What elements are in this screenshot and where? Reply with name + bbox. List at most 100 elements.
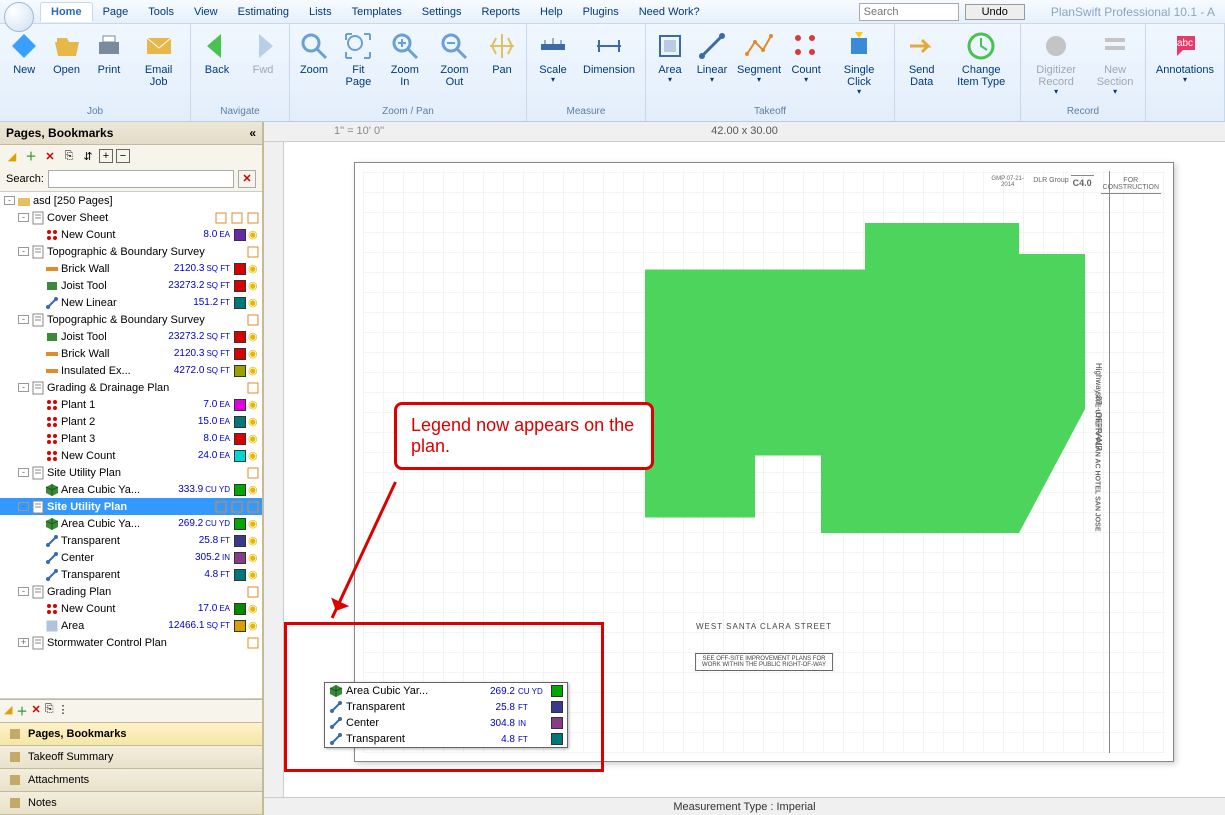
- color-swatch[interactable]: [234, 620, 246, 632]
- zoom-button[interactable]: Zoom Out: [429, 26, 480, 104]
- menu-tools[interactable]: Tools: [138, 3, 184, 21]
- collapse-icon[interactable]: −: [116, 149, 130, 163]
- visibility-bulb-icon[interactable]: ◉: [248, 296, 260, 309]
- tree-item[interactable]: Joist Tool23273.2SQ FT◉: [0, 328, 262, 345]
- visibility-bulb-icon[interactable]: ◉: [248, 602, 260, 615]
- tree-item[interactable]: Area Cubic Ya...333.9CU YD◉: [0, 481, 262, 498]
- tree-item[interactable]: Brick Wall2120.3SQ FT◉: [0, 260, 262, 277]
- menu-lists[interactable]: Lists: [299, 3, 342, 21]
- tree-item[interactable]: Joist Tool23273.2SQ FT◉: [0, 277, 262, 294]
- new-button[interactable]: New: [4, 26, 44, 104]
- color-swatch[interactable]: [234, 535, 246, 547]
- change-button[interactable]: Change Item Type: [946, 26, 1016, 115]
- page-action-icon[interactable]: [246, 245, 260, 259]
- open-button[interactable]: Open: [46, 26, 86, 104]
- filter-icon[interactable]: ◢: [4, 148, 20, 164]
- menu-view[interactable]: View: [184, 3, 228, 21]
- menu-reports[interactable]: Reports: [471, 3, 530, 21]
- tree-folder[interactable]: -Grading & Drainage Plan: [0, 379, 262, 396]
- menu-needwork[interactable]: Need Work?: [629, 3, 710, 21]
- visibility-bulb-icon[interactable]: ◉: [248, 364, 260, 377]
- color-swatch[interactable]: [234, 450, 246, 462]
- scale-button[interactable]: Scale: [531, 26, 575, 104]
- color-swatch[interactable]: [234, 569, 246, 581]
- page-action-icon[interactable]: [214, 500, 228, 514]
- visibility-bulb-icon[interactable]: ◉: [248, 398, 260, 411]
- tree-folder[interactable]: -Cover Sheet: [0, 209, 262, 226]
- single-button[interactable]: Single Click: [828, 26, 890, 104]
- visibility-bulb-icon[interactable]: ◉: [248, 347, 260, 360]
- segment-button[interactable]: Segment: [734, 26, 784, 104]
- expand-toggle-icon[interactable]: -: [18, 213, 29, 222]
- tree-item[interactable]: Plant 38.0EA◉: [0, 430, 262, 447]
- color-swatch[interactable]: [234, 603, 246, 615]
- annotations-button[interactable]: abcAnnotations: [1150, 26, 1220, 115]
- expand-toggle-icon[interactable]: -: [4, 196, 15, 205]
- copy-icon[interactable]: ⎘: [61, 148, 77, 164]
- tree-item[interactable]: Area12466.1SQ FT◉: [0, 617, 262, 634]
- expand-toggle-icon[interactable]: -: [18, 315, 29, 324]
- page-action-icon[interactable]: [246, 585, 260, 599]
- visibility-bulb-icon[interactable]: ◉: [248, 568, 260, 581]
- tree-item[interactable]: Insulated Ex...4272.0SQ FT◉: [0, 362, 262, 379]
- tab-takeoffsummary[interactable]: Takeoff Summary: [0, 746, 262, 769]
- color-swatch[interactable]: [234, 518, 246, 530]
- delete-icon[interactable]: ✕: [42, 148, 58, 164]
- legend-row[interactable]: Area Cubic Yar...269.2CU YD: [325, 683, 567, 699]
- menu-templates[interactable]: Templates: [342, 3, 412, 21]
- tree-folder[interactable]: -Site Utility Plan: [0, 498, 262, 515]
- visibility-bulb-icon[interactable]: ◉: [248, 279, 260, 292]
- visibility-bulb-icon[interactable]: ◉: [248, 449, 260, 462]
- tree-item[interactable]: Plant 215.0EA◉: [0, 413, 262, 430]
- page-action-icon[interactable]: [246, 211, 260, 225]
- takeoff-area-shape[interactable]: [645, 223, 1085, 533]
- delete-icon[interactable]: ✕: [31, 703, 40, 719]
- tree-folder[interactable]: -Topographic & Boundary Survey: [0, 243, 262, 260]
- pan-button[interactable]: Pan: [482, 26, 522, 104]
- visibility-bulb-icon[interactable]: ◉: [248, 262, 260, 275]
- filter-icon[interactable]: ◢: [4, 703, 12, 719]
- panel-search-input[interactable]: [48, 170, 234, 188]
- color-swatch[interactable]: [234, 280, 246, 292]
- page-action-icon[interactable]: [246, 636, 260, 650]
- pages-tree[interactable]: -asd [250 Pages]-Cover SheetNew Count8.0…: [0, 191, 262, 699]
- color-swatch[interactable]: [234, 365, 246, 377]
- color-swatch[interactable]: [234, 416, 246, 428]
- sort-icon[interactable]: ⇵: [80, 148, 96, 164]
- page-action-icon[interactable]: [246, 313, 260, 327]
- page-action-icon[interactable]: [214, 211, 228, 225]
- app-logo[interactable]: [4, 2, 34, 32]
- tree-item[interactable]: Center305.2IN◉: [0, 549, 262, 566]
- tab-pagesbookmarks[interactable]: Pages, Bookmarks: [0, 723, 262, 746]
- copy-icon[interactable]: ⎘: [45, 703, 54, 719]
- global-search-input[interactable]: [859, 3, 959, 21]
- visibility-bulb-icon[interactable]: ◉: [248, 415, 260, 428]
- menu-plugins[interactable]: Plugins: [573, 3, 629, 21]
- expand-toggle-icon[interactable]: +: [18, 638, 29, 647]
- tree-item[interactable]: Transparent4.8FT◉: [0, 566, 262, 583]
- visibility-bulb-icon[interactable]: ◉: [248, 551, 260, 564]
- back-button[interactable]: Back: [195, 26, 239, 104]
- plan-legend[interactable]: Area Cubic Yar...269.2CU YDTransparent25…: [324, 682, 568, 748]
- menu-estimating[interactable]: Estimating: [228, 3, 299, 21]
- visibility-bulb-icon[interactable]: ◉: [248, 330, 260, 343]
- tree-folder[interactable]: -Topographic & Boundary Survey: [0, 311, 262, 328]
- expand-toggle-icon[interactable]: -: [18, 468, 29, 477]
- page-action-icon[interactable]: [230, 211, 244, 225]
- color-swatch[interactable]: [234, 297, 246, 309]
- tree-item[interactable]: Transparent25.8FT◉: [0, 532, 262, 549]
- legend-row[interactable]: Transparent25.8FT: [325, 699, 567, 715]
- add-icon[interactable]: ＋: [16, 703, 27, 719]
- color-swatch[interactable]: [234, 229, 246, 241]
- page-action-icon[interactable]: [246, 381, 260, 395]
- count-button[interactable]: Count: [786, 26, 826, 104]
- zoom-button[interactable]: Zoom: [294, 26, 334, 104]
- area-button[interactable]: Area: [650, 26, 690, 104]
- expand-toggle-icon[interactable]: -: [18, 587, 29, 596]
- tree-folder[interactable]: -Grading Plan: [0, 583, 262, 600]
- expand-toggle-icon[interactable]: -: [18, 502, 29, 511]
- color-swatch[interactable]: [234, 331, 246, 343]
- tree-item[interactable]: Brick Wall2120.3SQ FT◉: [0, 345, 262, 362]
- tree-folder[interactable]: -asd [250 Pages]: [0, 192, 262, 209]
- expand-icon[interactable]: +: [99, 149, 113, 163]
